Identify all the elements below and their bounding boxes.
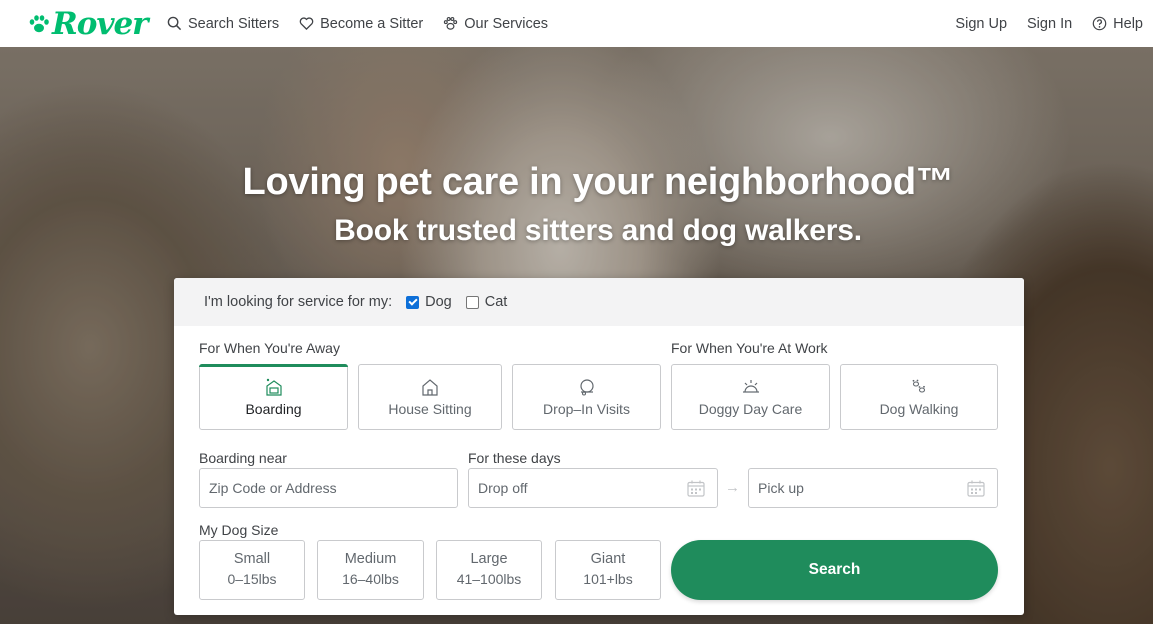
date-range-arrow-icon: → xyxy=(725,479,740,496)
nav-sign-up[interactable]: Sign Up xyxy=(955,16,1007,32)
dog-walking-icon xyxy=(912,379,926,393)
size-large-name: Large xyxy=(470,551,508,567)
house-sitting-icon xyxy=(422,379,438,396)
dog-checkbox[interactable] xyxy=(406,295,420,309)
search-icon xyxy=(167,16,182,31)
service-dog-walking-label: Dog Walking xyxy=(879,401,959,417)
size-medium-name: Medium xyxy=(344,551,397,567)
pet-option-cat[interactable]: Cat xyxy=(465,294,508,310)
service-boarding-label: Boarding xyxy=(245,401,302,417)
nav-sign-up-label: Sign Up xyxy=(955,15,1008,32)
dog-size-label: My Dog Size xyxy=(199,522,279,538)
day-care-icon xyxy=(742,380,759,393)
nav-search-sitters[interactable]: Search Sitters xyxy=(167,16,279,32)
nav-our-services-label: Our Services xyxy=(464,15,549,32)
calendar-icon xyxy=(967,480,985,497)
cat-checkbox[interactable] xyxy=(465,295,479,309)
help-icon xyxy=(1092,16,1107,31)
cat-label: Cat xyxy=(484,294,508,310)
service-drop-in-visits-label: Drop–In Visits xyxy=(543,401,630,417)
hero-title: Loving pet care in your neighborhood™ xyxy=(242,161,954,203)
top-nav: Rover Search Sitters Become a Sitter Our… xyxy=(0,0,1153,47)
nav-sign-in-label: Sign In xyxy=(1027,15,1073,32)
size-small-weight: 0–15lbs xyxy=(227,571,277,587)
size-medium-weight: 16–40lbs xyxy=(342,571,399,587)
service-doggy-day-care-label: Doggy Day Care xyxy=(698,401,803,417)
service-dog-walking[interactable]: Dog Walking xyxy=(840,364,998,430)
size-giant-name: Giant xyxy=(590,551,626,567)
size-giant-weight: 101+lbs xyxy=(583,571,633,587)
location-input[interactable]: Zip Code or Address xyxy=(199,468,458,508)
service-house-sitting[interactable]: House Sitting xyxy=(358,364,502,430)
dates-label: For these days xyxy=(468,450,561,466)
pet-prompt: I'm looking for service for my: xyxy=(204,294,393,310)
location-placeholder: Zip Code or Address xyxy=(209,480,337,496)
pet-option-dog[interactable]: Dog xyxy=(406,294,452,310)
size-small[interactable]: Small 0–15lbs xyxy=(199,540,305,600)
calendar-icon xyxy=(687,480,705,497)
hero-subtitle: Book trusted sitters and dog walkers. xyxy=(334,214,862,247)
nav-help-label: Help xyxy=(1113,15,1143,32)
dropoff-placeholder: Drop off xyxy=(478,480,528,496)
service-drop-in-visits[interactable]: Drop–In Visits xyxy=(512,364,661,430)
nav-our-services[interactable]: Our Services xyxy=(443,16,548,32)
nav-become-sitter[interactable]: Become a Sitter xyxy=(299,16,423,32)
service-house-sitting-label: House Sitting xyxy=(388,401,472,417)
search-button[interactable]: Search xyxy=(671,540,998,600)
drop-in-icon xyxy=(579,379,594,396)
pickup-date-input[interactable]: Pick up xyxy=(748,468,998,508)
nav-search-sitters-label: Search Sitters xyxy=(188,15,280,32)
nav-help[interactable]: Help xyxy=(1092,16,1143,32)
location-label: Boarding near xyxy=(199,450,287,466)
heart-icon xyxy=(299,17,314,31)
pickup-placeholder: Pick up xyxy=(758,480,804,496)
boarding-icon xyxy=(265,378,282,396)
away-label: For When You're Away xyxy=(199,340,340,356)
size-small-name: Small xyxy=(233,551,271,567)
paw-logo-icon xyxy=(29,15,49,33)
service-boarding[interactable]: Boarding xyxy=(199,364,348,430)
size-medium[interactable]: Medium 16–40lbs xyxy=(317,540,424,600)
size-giant[interactable]: Giant 101+lbs xyxy=(555,540,661,600)
rover-logo[interactable]: Rover xyxy=(28,6,149,42)
dropoff-date-input[interactable]: Drop off xyxy=(468,468,718,508)
dog-label: Dog xyxy=(425,294,452,310)
logo-text: Rover xyxy=(52,6,149,42)
pet-type-bar: I'm looking for service for my: Dog Cat xyxy=(174,278,1024,326)
work-label: For When You're At Work xyxy=(671,340,828,356)
search-panel: I'm looking for service for my: Dog Cat … xyxy=(174,278,1024,615)
service-doggy-day-care[interactable]: Doggy Day Care xyxy=(671,364,830,430)
nav-become-sitter-label: Become a Sitter xyxy=(320,15,424,32)
paw-icon xyxy=(444,17,458,30)
nav-sign-in[interactable]: Sign In xyxy=(1027,16,1072,32)
size-large-weight: 41–100lbs xyxy=(456,571,522,587)
size-large[interactable]: Large 41–100lbs xyxy=(436,540,542,600)
